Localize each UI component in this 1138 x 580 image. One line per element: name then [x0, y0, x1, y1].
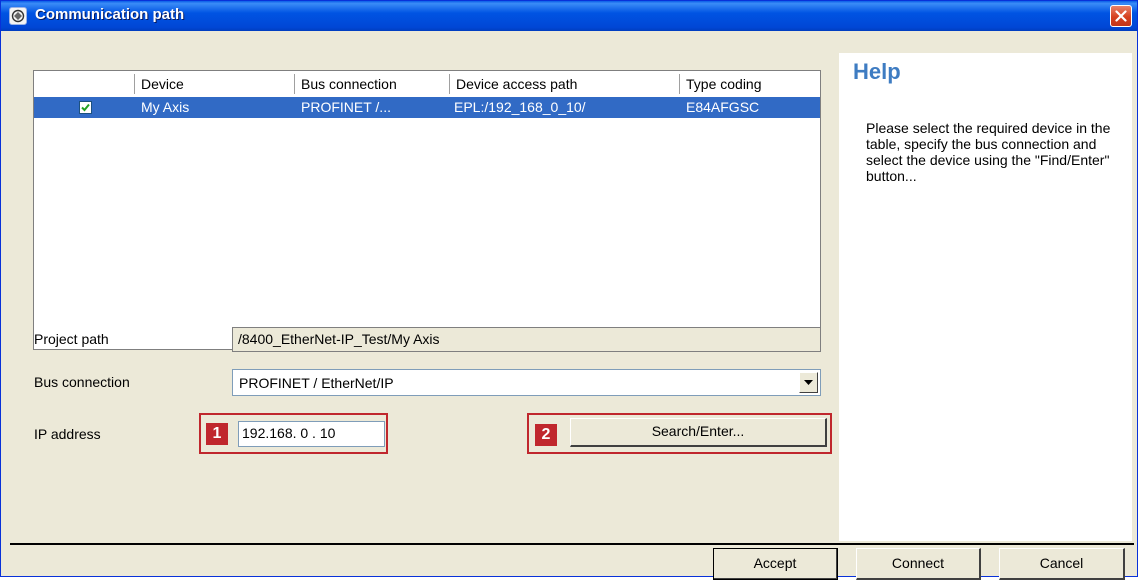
cancel-button[interactable]: Cancel — [999, 548, 1125, 580]
callout-1-badge: 1 — [206, 423, 228, 445]
ip-address-input[interactable]: 192.168. 0 . 10 — [238, 421, 385, 447]
table-header: Device Bus connection Device access path… — [34, 71, 820, 97]
help-text: Please select the required device in the… — [866, 120, 1111, 184]
bus-connection-select[interactable]: PROFINET / EtherNet/IP — [232, 369, 821, 396]
close-icon — [1115, 10, 1127, 22]
search-enter-button[interactable]: Search/Enter... — [570, 418, 827, 447]
header-bus-connection[interactable]: Bus connection — [294, 74, 449, 94]
help-title: Help — [853, 59, 901, 84]
connect-button[interactable]: Connect — [856, 548, 981, 580]
accept-button[interactable]: Accept — [713, 548, 838, 580]
row-checkbox[interactable] — [79, 101, 92, 114]
communication-path-dialog: Communication path Device Bus connection… — [0, 0, 1138, 580]
ip-address-label: IP address — [34, 426, 101, 442]
bus-connection-label: Bus connection — [34, 374, 130, 390]
close-button[interactable] — [1110, 5, 1132, 27]
cell-access-path: EPL:/192_168_0_10/ — [454, 99, 586, 115]
cell-device: My Axis — [141, 99, 190, 115]
title-bar[interactable]: Communication path — [1, 1, 1137, 31]
header-device-access-path[interactable]: Device access path — [449, 74, 679, 94]
checkmark-icon — [81, 103, 90, 112]
bus-connection-value: PROFINET / EtherNet/IP — [239, 375, 394, 391]
dropdown-button[interactable] — [799, 372, 818, 393]
table-row[interactable]: My Axis PROFINET /... EPL:/192_168_0_10/… — [34, 97, 820, 118]
callout-2-badge: 2 — [535, 424, 557, 446]
app-icon — [9, 7, 27, 25]
cell-bus-connection: PROFINET /... — [301, 99, 391, 115]
header-device[interactable]: Device — [134, 74, 294, 94]
chevron-down-icon — [804, 380, 813, 385]
header-type-coding[interactable]: Type coding — [679, 74, 820, 94]
project-path-label: Project path — [34, 331, 109, 347]
device-table[interactable]: Device Bus connection Device access path… — [33, 70, 821, 350]
help-pane: Help Please select the required device i… — [839, 53, 1132, 541]
project-path-field: /8400_EtherNet-IP_Test/My Axis — [232, 327, 821, 352]
cell-type-coding: E84AFGSC — [686, 99, 760, 115]
window-title: Communication path — [35, 6, 185, 23]
main-pane: Device Bus connection Device access path… — [10, 32, 836, 541]
